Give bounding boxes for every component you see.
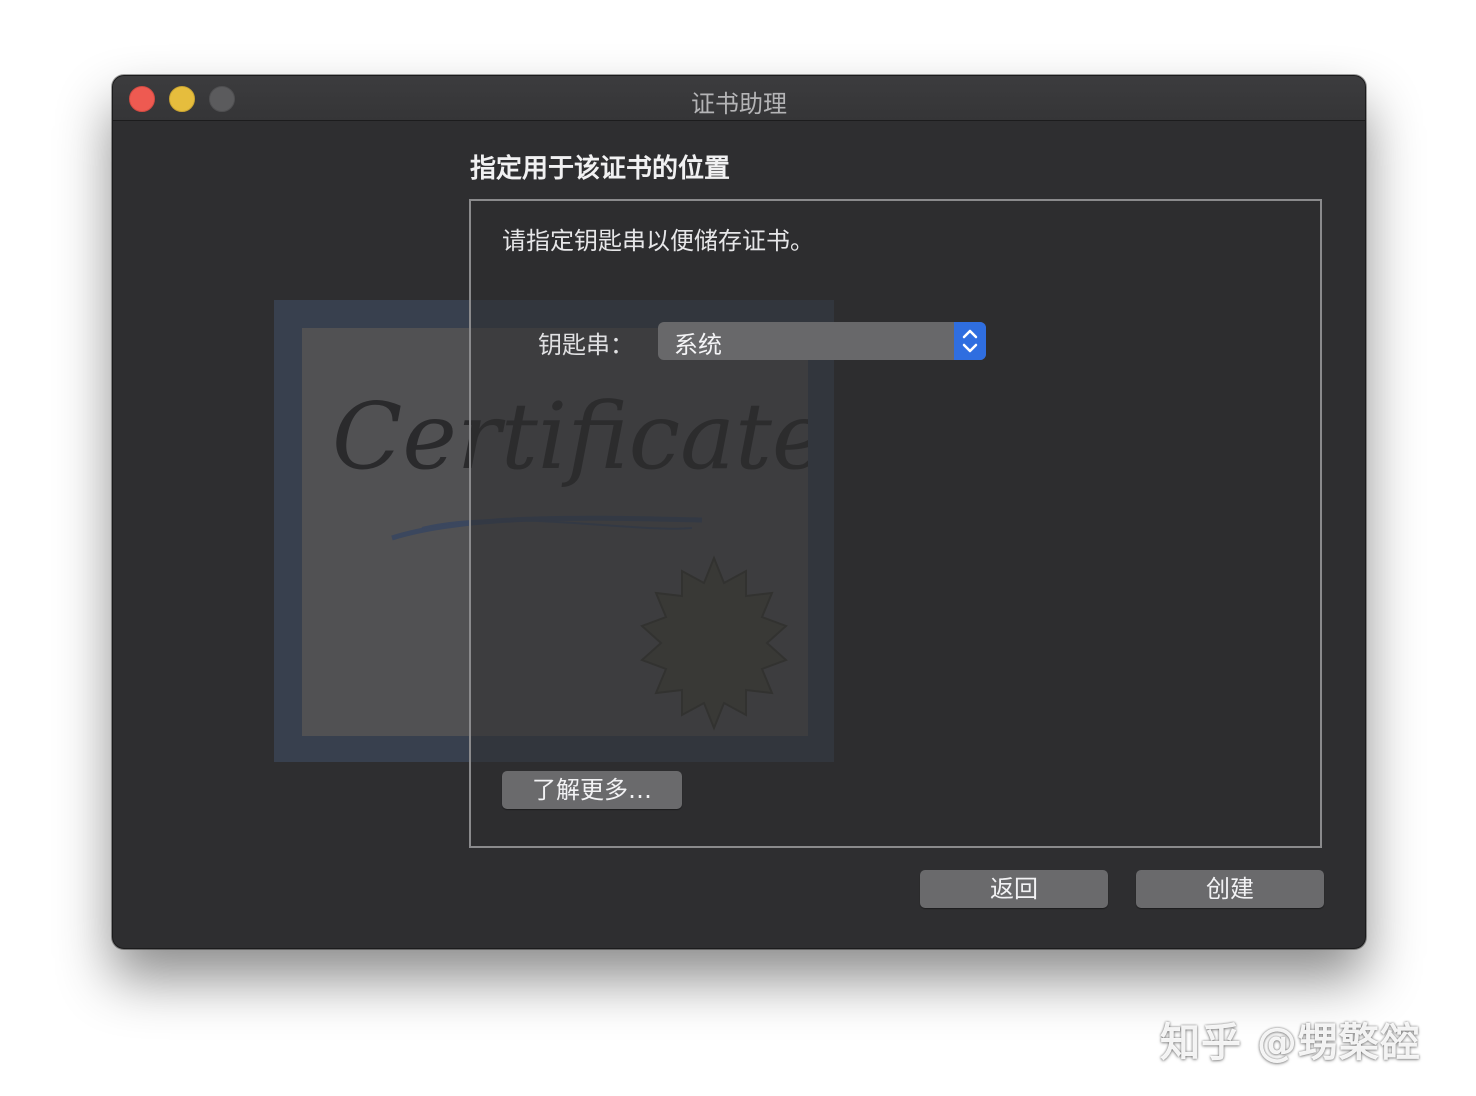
create-button[interactable]: 创建 (1136, 870, 1324, 908)
instruction-text: 请指定钥匙串以便储存证书。 (502, 227, 814, 255)
page-heading: 指定用于该证书的位置 (470, 154, 731, 184)
certificate-assistant-window: 证书助理 Certificate 指定用于该证书的位置 请指定钥匙串以便储存证书… (112, 75, 1366, 949)
up-down-chevron-icon[interactable] (954, 322, 986, 360)
keychain-label: 钥匙串： (538, 331, 634, 359)
keychain-popup[interactable]: 系统 (658, 322, 986, 360)
learn-more-button[interactable]: 了解更多… (502, 771, 682, 809)
options-panel: 请指定钥匙串以便储存证书。 钥匙串： 系统 了解更多… (469, 199, 1322, 848)
back-button[interactable]: 返回 (920, 870, 1108, 908)
screenshot-stage: 证书助理 Certificate 指定用于该证书的位置 请指定钥匙串以便储存证书… (0, 0, 1476, 1096)
title-bar[interactable]: 证书助理 (113, 76, 1365, 121)
keychain-selected-value: 系统 (674, 331, 722, 359)
window-title: 证书助理 (691, 90, 787, 118)
zhihu-watermark: 知乎 @甥檠谾 (1160, 1020, 1421, 1066)
